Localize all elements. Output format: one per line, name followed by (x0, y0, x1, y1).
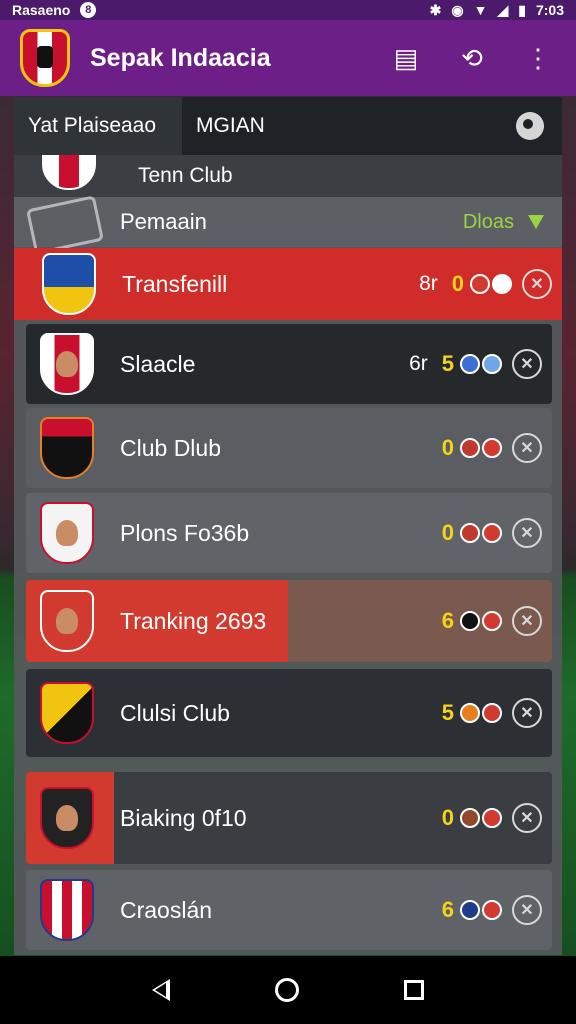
ball-icon (460, 808, 480, 828)
back-icon[interactable] (152, 979, 171, 1001)
close-icon[interactable]: ✕ (512, 518, 542, 548)
close-icon[interactable]: ✕ (512, 433, 542, 463)
club-crest (40, 787, 94, 849)
club-crest (40, 879, 94, 941)
ball-icon (460, 900, 480, 920)
tab-primary[interactable]: Yat Plaiseaao (14, 97, 182, 155)
share-icon[interactable]: ⟲ (458, 43, 486, 74)
row-name: Club Dlub (120, 434, 221, 461)
status-time: 7:03 (535, 2, 564, 18)
table-row[interactable]: Tranking 2693 6 ✕ (26, 580, 552, 662)
status-bar: Rasaeno 8 ✱ ◉ ▼ ◢ ▮ 7:03 (0, 0, 576, 20)
table-row[interactable]: Club Dlub 0 ✕ (26, 408, 552, 488)
club-crest (40, 333, 94, 395)
row-name: Plons Fo36b (120, 519, 250, 546)
wifi-icon: ▼ (473, 2, 488, 18)
row-name: Clulsi Club (120, 699, 230, 726)
table-row[interactable]: Transfenill 8r 0 ✕ (14, 248, 562, 320)
recents-icon[interactable] (403, 980, 424, 1000)
table-row[interactable]: Clulsi Club 5 ✕ (26, 669, 552, 757)
search-icon[interactable] (516, 112, 544, 140)
ball-icon (482, 523, 502, 543)
row-name: Biaking 0f10 (120, 804, 247, 831)
ball-icon (460, 611, 480, 631)
close-icon[interactable]: ✕ (512, 606, 542, 636)
row-score: 5 (441, 700, 454, 725)
bluetooth-icon: ✱ (429, 1, 442, 18)
section-filter-dropdown[interactable]: Dloas (463, 211, 544, 234)
filter-bar: Yat Plaiseaao MGIAN (14, 97, 562, 155)
table-row[interactable]: Plons Fo36b 0 ✕ (26, 493, 552, 573)
tab-secondary[interactable]: MGIAN (182, 114, 516, 138)
row-score: 0 (441, 805, 454, 830)
row-score: 0 (451, 271, 464, 296)
row-position: 6r (409, 352, 428, 375)
row-score: 5 (441, 351, 454, 376)
ball-icon (482, 611, 502, 631)
section-filter-label: Dloas (462, 210, 514, 233)
close-icon[interactable]: ✕ (512, 803, 542, 833)
ball-icon (470, 274, 490, 294)
close-icon[interactable]: ✕ (522, 269, 552, 299)
app-bar: Sepak Indaacia ▤ ⟲ ⋮ (0, 20, 576, 96)
row-score: 0 (441, 435, 454, 460)
notification-icon: 8 (80, 2, 97, 18)
club-crest (42, 155, 96, 190)
ball-icon (460, 703, 480, 723)
table-row[interactable]: Biaking 0f10 0 ✕ (26, 772, 552, 864)
club-crest (42, 253, 96, 315)
ball-icon (482, 808, 502, 828)
ball-icon (460, 438, 480, 458)
table-row[interactable]: Slaacle 6r 5 ✕ (26, 324, 552, 404)
row-position: 8r (419, 272, 438, 295)
table-icon[interactable]: ▤ (392, 43, 420, 74)
signal-icon: ◢ (497, 1, 509, 18)
section-title: Pemaain (120, 209, 207, 234)
row-name: Transfenill (122, 270, 228, 297)
table-row[interactable]: Craoslán 6 ✕ (26, 870, 552, 950)
club-crest (40, 417, 94, 479)
ball-icon (482, 703, 502, 723)
dropdown-arrow-icon (528, 215, 544, 229)
list-item-name: Tenn Club (138, 164, 233, 187)
club-crest (40, 590, 94, 652)
more-vert-icon[interactable]: ⋮ (524, 43, 552, 74)
row-score: 6 (441, 897, 454, 922)
ball-icon (482, 438, 502, 458)
club-crest (40, 502, 94, 564)
location-icon: ◉ (451, 1, 464, 18)
carrier-label: Rasaeno (12, 2, 71, 18)
ball-icon (460, 523, 480, 543)
battery-icon: ▮ (518, 1, 526, 18)
close-icon[interactable]: ✕ (512, 349, 542, 379)
close-icon[interactable]: ✕ (512, 895, 542, 925)
app-title: Sepak Indaacia (90, 43, 271, 72)
row-score: 0 (441, 520, 454, 545)
ball-icon (460, 354, 480, 374)
ball-icon (482, 900, 502, 920)
ball-icon (482, 354, 502, 374)
ball-icon (492, 274, 512, 294)
system-nav-bar (0, 956, 576, 1024)
app-logo (20, 29, 70, 87)
row-name: Tranking 2693 (120, 607, 267, 634)
row-score: 6 (441, 608, 454, 633)
club-crest (40, 682, 94, 744)
list-item-partial[interactable]: Tenn Club (14, 155, 562, 197)
row-name: Slaacle (120, 350, 196, 377)
close-icon[interactable]: ✕ (512, 698, 542, 728)
row-name: Craoslán (120, 896, 213, 923)
home-icon[interactable] (274, 978, 299, 1002)
